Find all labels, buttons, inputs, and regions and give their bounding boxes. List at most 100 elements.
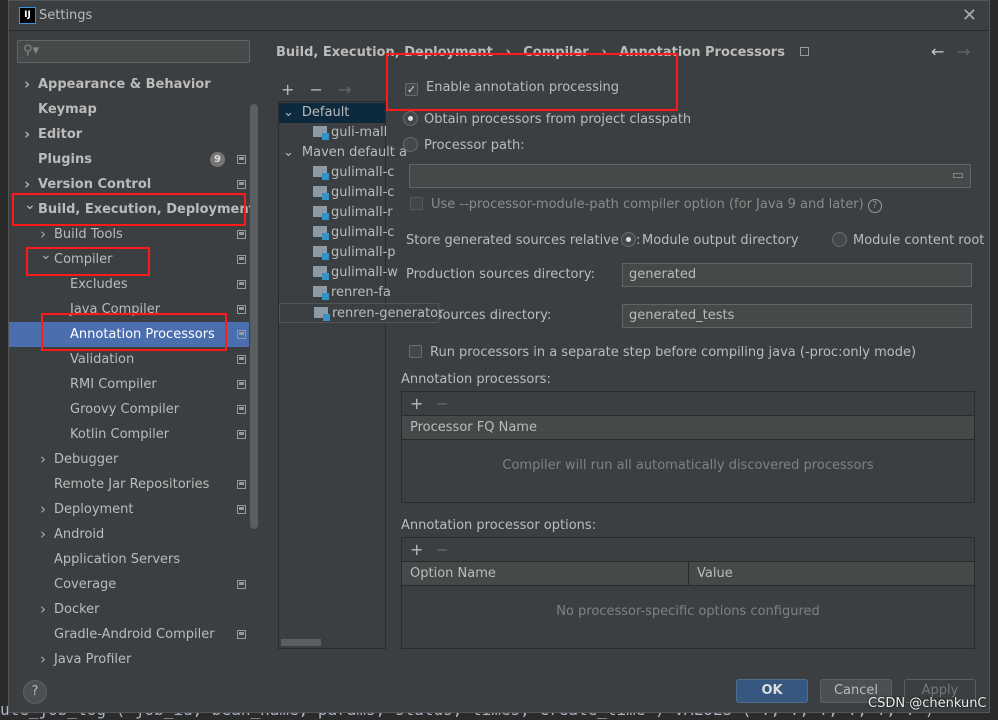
profile-tree-item[interactable]: gulimall-r <box>279 203 393 223</box>
profile-tree-item[interactable]: gulimall-p <box>279 243 396 263</box>
module-folder-icon <box>313 266 329 280</box>
profiles-tree: ⌄ Default guli-mall ⌄ Maven default a gulimal… <box>278 101 443 649</box>
sidebar-item-label: Remote Jar Repositories <box>54 477 210 492</box>
profile-tree-item[interactable]: gulimall-w <box>279 263 398 283</box>
profile-label: guli-mall <box>331 125 388 140</box>
chevron-right-icon[interactable]: › <box>24 122 30 147</box>
checkbox-label: Use --processor-module-path compiler opt… <box>431 197 864 212</box>
module-folder-icon <box>314 307 330 321</box>
profile-label: renren-generator <box>332 306 444 321</box>
processor-path-radio[interactable]: Processor path: <box>403 137 525 153</box>
title-bar: IJ Settings ✕ <box>9 1 989 31</box>
radio-label: Module output directory <box>642 233 799 248</box>
folder-browse-icon[interactable]: ▭ <box>952 165 964 187</box>
add-processor-button[interactable]: + <box>410 394 423 413</box>
project-scope-icon <box>237 255 246 264</box>
back-arrow-icon[interactable]: ← <box>931 42 944 61</box>
separate-step-checkbox[interactable]: Run processors in a separate step before… <box>409 345 916 360</box>
project-scope-icon <box>237 330 246 339</box>
column-header[interactable]: Processor FQ Name <box>402 416 974 440</box>
remove-profile-button[interactable]: − <box>310 80 323 99</box>
sidebar-item[interactable]: › Appearance & Behavior <box>9 72 249 97</box>
sidebar-item[interactable]: › Java Profiler <box>9 647 249 672</box>
column-header[interactable]: Option Name <box>410 566 496 581</box>
tree-hscrollbar[interactable] <box>281 639 321 646</box>
test-dir-field[interactable]: generated_tests <box>622 304 972 328</box>
sidebar-item[interactable]: Coverage <box>9 572 249 597</box>
sidebar-item[interactable]: Remote Jar Repositories <box>9 472 249 497</box>
column-header[interactable]: Value <box>688 562 733 586</box>
chevron-right-icon[interactable]: › <box>24 72 30 97</box>
chevron-right-icon[interactable]: › <box>40 447 46 472</box>
sidebar-item[interactable]: Application Servers <box>9 547 249 572</box>
sidebar-item[interactable]: › Debugger <box>9 447 249 472</box>
radio-label: Processor path: <box>424 138 525 153</box>
chevron-right-icon[interactable]: › <box>40 647 46 672</box>
module-folder-icon <box>313 286 329 300</box>
sidebar-item[interactable]: › Android <box>9 522 249 547</box>
sidebar-item[interactable]: RMI Compiler <box>9 372 249 397</box>
production-dir-label: Production sources directory: <box>406 267 595 282</box>
project-scope-icon <box>237 305 246 314</box>
obtain-from-classpath-radio[interactable]: Obtain processors from project classpath <box>403 111 691 127</box>
help-button[interactable]: ? <box>23 680 47 704</box>
module-output-radio[interactable]: Module output directory <box>621 232 799 248</box>
module-folder-icon <box>313 126 329 140</box>
production-dir-field[interactable]: generated <box>622 263 972 287</box>
checkbox-label: Run processors in a separate step before… <box>430 345 917 360</box>
sidebar-item-label: RMI Compiler <box>70 377 157 392</box>
sidebar-item[interactable]: Plugins 9 <box>9 147 249 172</box>
chevron-down-icon[interactable]: ⌄ <box>283 145 294 160</box>
add-profile-button[interactable]: + <box>281 80 294 99</box>
profile-label: gulimall-c <box>331 225 395 240</box>
add-option-button[interactable]: + <box>410 540 423 559</box>
sidebar-item-label: Debugger <box>54 452 119 467</box>
profile-label: gulimall-p <box>331 245 396 260</box>
search-icon: ⚲▾ <box>23 43 40 58</box>
module-folder-icon <box>313 166 329 180</box>
remove-option-button[interactable]: − <box>435 540 448 559</box>
sidebar-item[interactable]: › Editor <box>9 122 249 147</box>
search-input[interactable]: ⚲▾ <box>17 40 250 63</box>
profile-tree-item[interactable]: gulimall-c <box>279 223 394 243</box>
forward-arrow-icon[interactable]: → <box>957 42 970 61</box>
profile-label: gulimall-c <box>331 185 395 200</box>
sidebar-item[interactable]: › Deployment <box>9 497 249 522</box>
sidebar-item[interactable]: › Docker <box>9 597 249 622</box>
profile-tree-item[interactable]: renren-fa <box>279 283 391 303</box>
profile-tree-item[interactable]: gulimall-c <box>279 163 394 183</box>
sidebar-item-label: Groovy Compiler <box>70 402 180 417</box>
move-profile-button[interactable]: → <box>338 80 351 99</box>
sidebar-item-label: Deployment <box>54 502 134 517</box>
profile-tree-item[interactable]: renren-generator <box>279 303 443 323</box>
profile-tree-item[interactable]: ⌄ Default <box>279 103 385 123</box>
profile-tree-item[interactable]: gulimall-c <box>279 183 394 203</box>
sidebar-scrollbar[interactable] <box>250 104 258 529</box>
module-folder-icon <box>313 226 329 240</box>
highlight-box <box>386 53 678 111</box>
sidebar-item[interactable]: Groovy Compiler <box>9 397 249 422</box>
module-path-checkbox[interactable]: Use --processor-module-path compiler opt… <box>410 197 882 213</box>
profile-label: gulimall-c <box>331 165 395 180</box>
sidebar-item[interactable]: Kotlin Compiler <box>9 422 249 447</box>
project-scope-icon <box>237 630 246 639</box>
chevron-down-icon[interactable]: ⌄ <box>283 105 294 120</box>
empty-text: Compiler will run all automatically disc… <box>502 458 874 473</box>
profile-tree-item[interactable]: guli-mall <box>279 123 388 143</box>
chevron-right-icon[interactable]: › <box>40 522 46 547</box>
help-icon[interactable]: ? <box>867 199 882 213</box>
profile-tree-item[interactable]: ⌄ Maven default a <box>279 143 407 163</box>
updates-badge: 9 <box>210 152 225 167</box>
processor-path-field[interactable]: ▭ <box>409 164 971 188</box>
profile-label: gulimall-w <box>331 265 398 280</box>
remove-processor-button[interactable]: − <box>435 394 448 413</box>
chevron-right-icon[interactable]: › <box>40 497 46 522</box>
module-content-radio[interactable]: Module content root <box>832 232 984 248</box>
sidebar-item[interactable]: Keymap <box>9 97 249 122</box>
sidebar-item[interactable]: Gradle-Android Compiler <box>9 622 249 647</box>
profile-label: gulimall-r <box>331 205 393 220</box>
chevron-right-icon[interactable]: › <box>40 597 46 622</box>
processors-table: + − Processor FQ Name Compiler will run a… <box>401 391 975 503</box>
ok-button[interactable]: OK <box>736 679 808 703</box>
close-icon[interactable]: ✕ <box>962 5 977 26</box>
